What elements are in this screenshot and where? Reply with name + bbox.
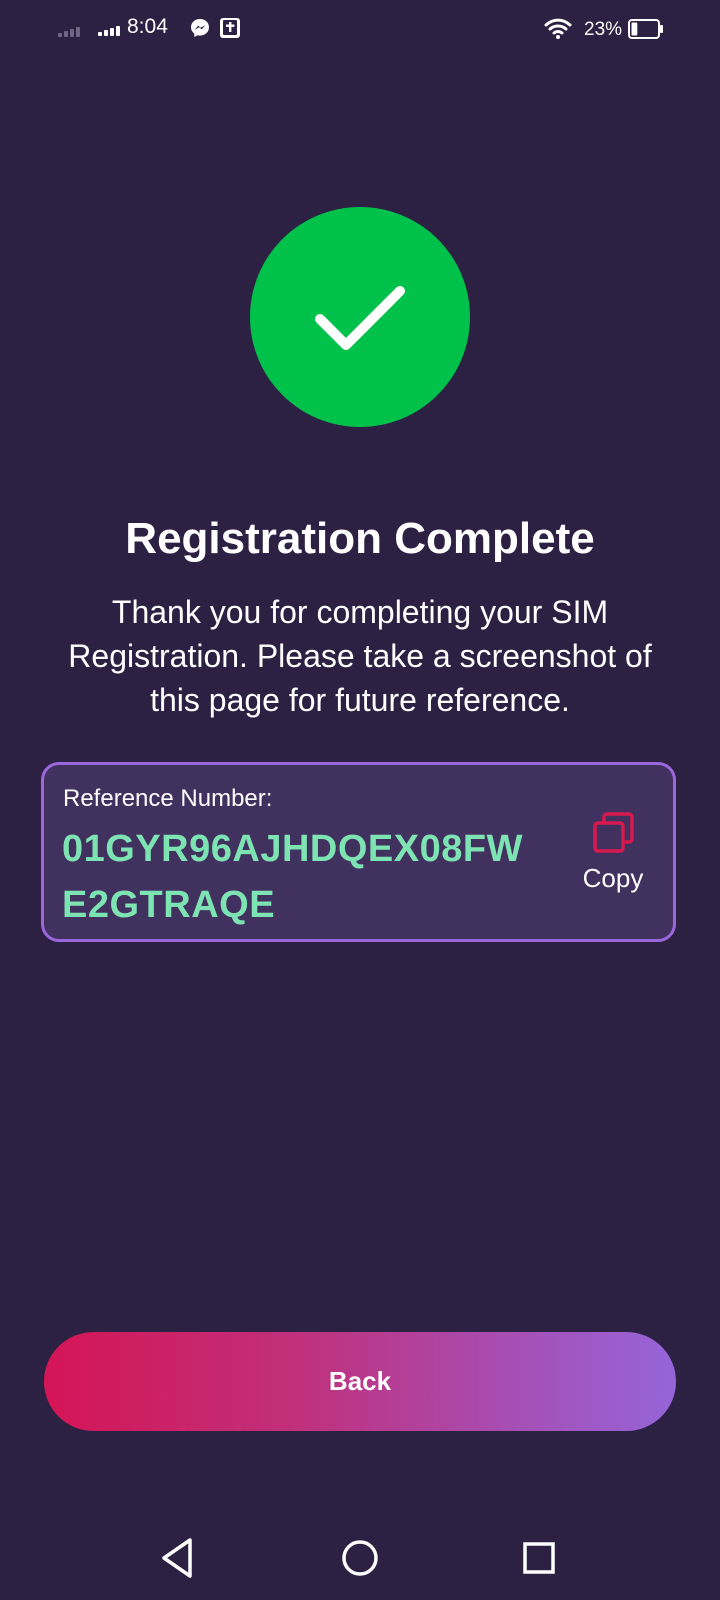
confirmation-message: Thank you for completing your SIM Regist…	[68, 594, 652, 718]
signal-icon	[98, 26, 120, 36]
copy-button[interactable]: Copy	[568, 811, 658, 907]
bible-app-icon	[220, 18, 240, 38]
status-time: 8:04	[127, 15, 168, 38]
wifi-icon	[544, 18, 572, 39]
signal-icon	[58, 27, 80, 37]
battery-icon	[628, 19, 663, 39]
reference-label: Reference Number:	[63, 785, 273, 812]
success-check-badge	[250, 207, 470, 427]
nav-recents-button[interactable]	[515, 1534, 563, 1582]
copy-label: Copy	[582, 863, 644, 893]
nav-home-button[interactable]	[336, 1534, 384, 1582]
home-circle-icon	[342, 1540, 378, 1576]
back-button[interactable]: Back	[44, 1332, 676, 1431]
messenger-icon	[191, 19, 209, 37]
checkmark-icon	[315, 286, 405, 350]
copy-icon	[593, 812, 634, 853]
nav-back-button[interactable]	[154, 1534, 202, 1582]
back-triangle-icon	[162, 1538, 192, 1578]
reference-number: 01GYR96AJHDQEX08FWE2GTRAQE	[62, 828, 523, 926]
recents-square-icon	[523, 1542, 555, 1574]
reference-number-card: Reference Number: 01GYR96AJHDQEX08FWE2GT…	[41, 762, 676, 942]
status-bar: 8:04 23%	[0, 0, 720, 58]
page-title: Registration Complete	[125, 514, 595, 563]
battery-percent: 23%	[584, 19, 623, 40]
